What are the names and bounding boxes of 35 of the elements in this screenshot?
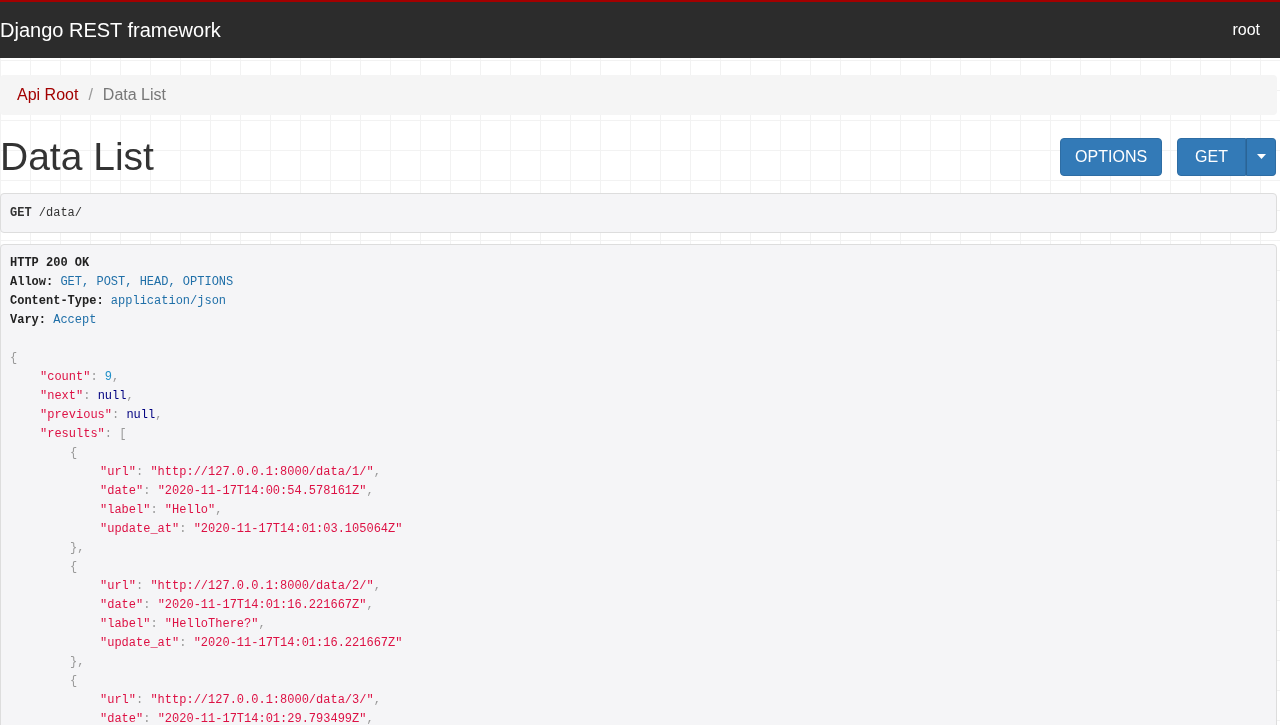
json-line: "url": "http://127.0.0.1:8000/data/3/", [100, 692, 381, 709]
json-line: "date": "2020-11-17T14:00:54.578161Z", [100, 483, 374, 500]
options-button[interactable]: OPTIONS [1060, 137, 1163, 176]
get-button[interactable]: GET [1177, 137, 1246, 176]
json-line: "label": "Hello", [100, 502, 223, 519]
response-header-line: Allow: GET, POST, HEAD, OPTIONS [10, 274, 234, 291]
response-header-line: Content-Type: application/json [10, 293, 227, 310]
dropdown-toggle-button[interactable] [1246, 137, 1276, 176]
caret-icon [1256, 154, 1266, 159]
json-line: "url": "http://127.0.0.1:8000/data/1/", [100, 464, 381, 481]
json-line: { [70, 673, 78, 690]
request-line: GET /data/ [10, 205, 83, 222]
brand-link[interactable]: Django REST framework [0, 15, 221, 45]
json-line: { [70, 445, 78, 462]
page-title: Data List [0, 137, 154, 176]
response-header-line: HTTP 200 OK [10, 255, 90, 272]
json-line: "date": "2020-11-17T14:01:16.221667Z", [100, 597, 374, 614]
json-line: "next": null, [40, 388, 134, 405]
json-line: "label": "HelloThere?", [100, 616, 266, 633]
json-line: }, [70, 540, 85, 557]
user-link[interactable]: root [1232, 18, 1260, 42]
breadcrumb-separator: / [88, 85, 93, 105]
breadcrumb-current: Data List [102, 85, 166, 105]
breadcrumb-link[interactable]: Api Root [17, 83, 79, 107]
json-line: "url": "http://127.0.0.1:8000/data/2/", [100, 578, 381, 595]
response-header-line: Vary: Accept [10, 312, 97, 329]
json-line: }, [70, 654, 85, 671]
json-line: { [10, 350, 18, 367]
json-line: "count": 9, [40, 369, 120, 386]
json-line: "results": [ [40, 426, 127, 443]
json-line: { [70, 559, 78, 576]
json-line: "previous": null, [40, 407, 163, 424]
json-line: "update_at": "2020-11-17T14:01:16.221667Z" [100, 635, 403, 652]
json-line: "update_at": "2020-11-17T14:01:03.105064Z" [100, 521, 403, 538]
json-line: "date": "2020-11-17T14:01:29.793499Z", [100, 711, 374, 725]
